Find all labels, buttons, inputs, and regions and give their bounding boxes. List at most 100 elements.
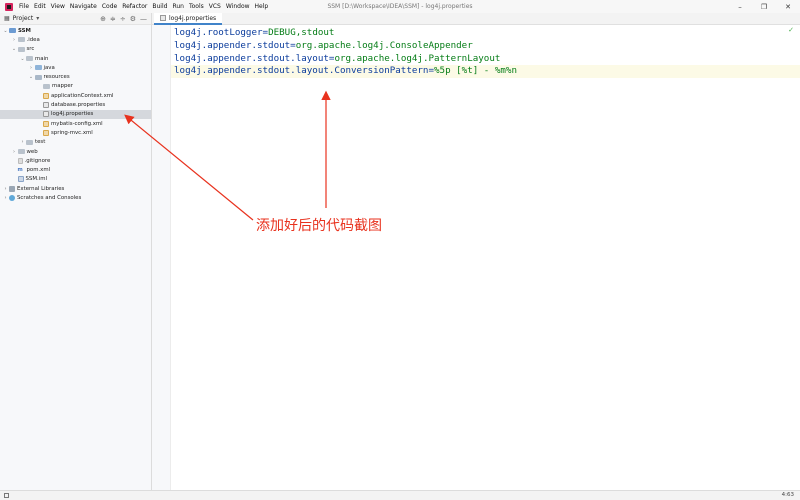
maximize-button[interactable]: ❐ <box>752 0 776 13</box>
status-bar: 4:63 <box>0 490 800 500</box>
tree-item-mybatis-config-xml[interactable]: mybatis-config.xml <box>0 119 151 128</box>
chevron-down-icon[interactable]: ⌄ <box>11 46 18 52</box>
tree-item-test[interactable]: › test <box>0 138 151 147</box>
file-iml-icon <box>17 176 24 183</box>
tree-item-external-libraries[interactable]: › External Libraries <box>0 184 151 193</box>
chevron-right-icon[interactable]: › <box>11 149 18 155</box>
file-git-icon <box>17 157 23 164</box>
tree-item-label: test <box>35 139 46 146</box>
chevron-down-icon[interactable]: ⌄ <box>28 74 35 80</box>
menu-window[interactable]: Window <box>226 3 250 10</box>
tree-item-label: src <box>26 46 35 53</box>
collapse-all-icon[interactable]: ÷ <box>120 15 126 23</box>
cursor-position[interactable]: 4:63 <box>782 492 794 498</box>
hide-panel-icon[interactable]: — <box>140 15 147 23</box>
tree-item-label: web <box>26 148 38 155</box>
chevron-right-icon[interactable]: › <box>19 139 26 145</box>
code-editor[interactable]: ✓ log4j.rootLogger=DEBUG,stdout log4j.app… <box>171 25 800 490</box>
property-key: log4j.appender.stdout <box>174 39 291 51</box>
menu-tools[interactable]: Tools <box>189 3 204 10</box>
project-panel-header: ▦ Project ▾ ⊕ ≑ ÷ ⚙ — <box>0 13 151 25</box>
project-view-icon: ▦ <box>4 15 10 22</box>
property-key: log4j.appender.stdout.layout.ConversionP… <box>174 65 429 77</box>
tree-item-label: database.properties <box>51 102 106 109</box>
tree-item-ssm[interactable]: ⌄ SSM <box>0 26 151 35</box>
file-xml-icon <box>43 92 49 99</box>
menu-vcs[interactable]: VCS <box>209 3 221 10</box>
folder-icon <box>43 83 50 89</box>
chevron-down-icon[interactable]: ▾ <box>36 15 39 22</box>
property-value: DEBUG,stdout <box>268 27 335 38</box>
menu-code[interactable]: Code <box>102 3 117 10</box>
tree-item-database-properties[interactable]: database.properties <box>0 100 151 109</box>
folder-icon <box>26 139 33 145</box>
tree-item-mapper[interactable]: mapper <box>0 82 151 91</box>
tree-item-ssm-iml[interactable]: SSM.iml <box>0 175 151 184</box>
lib-icon <box>9 185 15 192</box>
code-line[interactable]: log4j.appender.stdout.layout=org.apache.… <box>171 53 800 66</box>
menu-view[interactable]: View <box>51 3 65 10</box>
expand-all-icon[interactable]: ≑ <box>110 15 116 23</box>
chevron-right-icon[interactable]: › <box>28 65 35 71</box>
tree-item-label: SSM <box>18 27 31 34</box>
file-prop-icon <box>43 111 49 118</box>
scratch-icon <box>9 194 15 201</box>
code-line[interactable]: log4j.rootLogger=DEBUG,stdout <box>171 27 800 40</box>
chevron-down-icon[interactable]: ⌄ <box>2 28 9 34</box>
property-value: org.apache.log4j.PatternLayout <box>334 52 501 64</box>
folder-blue-icon <box>9 28 16 34</box>
property-key: log4j.rootLogger <box>174 27 263 38</box>
tree-item-scratches-and-consoles[interactable]: › Scratches and Consoles <box>0 193 151 202</box>
chevron-right-icon[interactable]: › <box>11 37 18 43</box>
tab-log4j-properties[interactable]: log4j.properties <box>154 13 223 25</box>
editor-tab-bar: log4j.properties <box>152 13 800 25</box>
minimize-button[interactable]: – <box>728 0 752 13</box>
tree-item-label: pom.xml <box>26 167 51 174</box>
menu-file[interactable]: File <box>19 3 29 10</box>
tree-item-resources[interactable]: ⌄ resources <box>0 72 151 81</box>
tool-windows-toggle-icon[interactable] <box>4 493 9 498</box>
chevron-down-icon[interactable]: ⌄ <box>19 56 26 62</box>
tree-item-src[interactable]: ⌄ src <box>0 45 151 54</box>
menu-navigate[interactable]: Navigate <box>70 3 97 10</box>
menu-refactor[interactable]: Refactor <box>122 3 147 10</box>
tree-item-idea[interactable]: › .idea <box>0 35 151 44</box>
tree-item-log4j-properties[interactable]: log4j.properties <box>0 109 151 119</box>
menu-run[interactable]: Run <box>172 3 184 10</box>
tree-item-label: Scratches and Consoles <box>17 194 82 201</box>
project-tree: ⌄ SSM › .idea ⌄ src ⌄ main › java ⌄ resources mapper… <box>0 25 151 203</box>
tree-item-label: mybatis-config.xml <box>51 120 103 127</box>
tree-item-gitignore[interactable]: .gitignore <box>0 156 151 165</box>
folder-icon <box>26 56 33 62</box>
tab-label: log4j.properties <box>169 14 217 22</box>
project-tool-window: ▦ Project ▾ ⊕ ≑ ÷ ⚙ — ⌄ SSM › .idea ⌄ src ⌄ mai… <box>0 13 152 490</box>
chevron-right-icon[interactable]: › <box>2 195 9 201</box>
tree-item-applicationcontext-xml[interactable]: applicationContext.xml <box>0 91 151 100</box>
property-value: org.apache.log4j.ConsoleAppender <box>295 39 473 51</box>
tree-item-label: External Libraries <box>17 185 65 192</box>
locate-file-icon[interactable]: ⊕ <box>100 15 106 23</box>
gear-icon[interactable]: ⚙ <box>130 15 136 23</box>
tree-item-web[interactable]: › web <box>0 147 151 156</box>
code-line[interactable]: log4j.appender.stdout=org.apache.log4j.C… <box>171 40 800 53</box>
menu-help[interactable]: Help <box>255 3 269 10</box>
title-bar: File Edit View Navigate Code Refactor Build Run… <box>0 0 800 13</box>
folder-icon <box>17 46 25 52</box>
tree-item-pom-xml[interactable]: m pom.xml <box>0 165 151 174</box>
code-line[interactable]: log4j.appender.stdout.layout.ConversionP… <box>171 65 800 78</box>
file-prop-icon <box>43 102 49 109</box>
tree-item-label: main <box>35 55 49 62</box>
tree-item-spring-mvc-xml[interactable]: spring-mvc.xml <box>0 128 151 137</box>
menu-edit[interactable]: Edit <box>34 3 46 10</box>
folder-icon <box>17 37 25 43</box>
tree-item-label: SSM.iml <box>25 176 47 183</box>
intellij-logo-icon <box>5 2 13 11</box>
tree-item-label: .gitignore <box>24 157 51 164</box>
close-button[interactable]: ✕ <box>776 0 800 13</box>
tree-item-main[interactable]: ⌄ main <box>0 54 151 63</box>
project-view-selector[interactable]: Project <box>13 15 34 22</box>
menu-build[interactable]: Build <box>152 3 167 10</box>
property-value: %5p [%t] - %m%n <box>434 65 517 77</box>
tree-item-java[interactable]: › java <box>0 63 151 72</box>
chevron-right-icon[interactable]: › <box>2 186 9 192</box>
